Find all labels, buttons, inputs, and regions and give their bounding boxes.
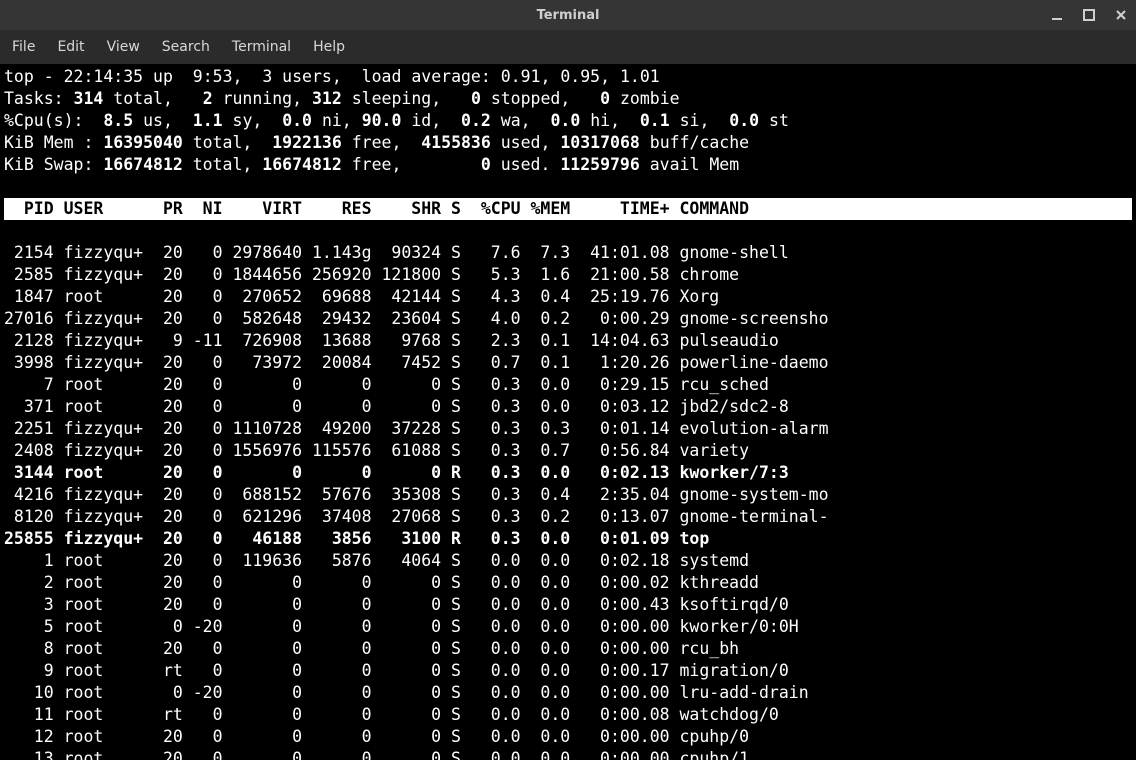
menu-view[interactable]: View <box>107 39 140 55</box>
process-row: 2408 fizzyqu+ 20 0 1556976 115576 61088 … <box>4 441 749 460</box>
process-row: 9 root rt 0 0 0 0 S 0.0 0.0 0:00.17 migr… <box>4 661 789 680</box>
top-summary-cpu: %Cpu(s): 8.5 us, 1.1 sy, 0.0 ni, 90.0 id… <box>4 111 789 130</box>
process-row: 2585 fizzyqu+ 20 0 1844656 256920 121800… <box>4 265 739 284</box>
menu-terminal[interactable]: Terminal <box>232 39 291 55</box>
process-row: 12 root 20 0 0 0 0 S 0.0 0.0 0:00.00 cpu… <box>4 727 749 746</box>
process-row: 4216 fizzyqu+ 20 0 688152 57676 35308 S … <box>4 485 829 504</box>
process-row: 25855 fizzyqu+ 20 0 46188 3856 3100 R 0.… <box>4 529 709 548</box>
top-summary-tasks: Tasks: 314 total, 2 running, 312 sleepin… <box>4 89 680 108</box>
top-summary-line1: top - 22:14:35 up 9:53, 3 users, load av… <box>4 67 660 86</box>
top-summary-mem: KiB Mem : 16395040 total, 1922136 free, … <box>4 133 749 152</box>
process-row: 3998 fizzyqu+ 20 0 73972 20084 7452 S 0.… <box>4 353 829 372</box>
process-row: 1847 root 20 0 270652 69688 42144 S 4.3 … <box>4 287 719 306</box>
top-summary-swap: KiB Swap: 16674812 total, 16674812 free,… <box>4 155 749 174</box>
process-row: 5 root 0 -20 0 0 0 S 0.0 0.0 0:00.00 kwo… <box>4 617 799 636</box>
process-row: 2 root 20 0 0 0 0 S 0.0 0.0 0:00.02 kthr… <box>4 573 759 592</box>
process-row: 7 root 20 0 0 0 0 S 0.3 0.0 0:29.15 rcu_… <box>4 375 769 394</box>
close-icon[interactable] <box>1114 8 1128 22</box>
process-row: 8 root 20 0 0 0 0 S 0.0 0.0 0:00.00 rcu_… <box>4 639 739 658</box>
maximize-icon[interactable] <box>1082 8 1096 22</box>
window-title: Terminal <box>537 8 600 23</box>
window-controls <box>1050 8 1128 22</box>
process-row: 3144 root 20 0 0 0 0 R 0.3 0.0 0:02.13 k… <box>4 463 789 482</box>
process-row: 2154 fizzyqu+ 20 0 2978640 1.143g 90324 … <box>4 243 789 262</box>
process-row: 2128 fizzyqu+ 9 -11 726908 13688 9768 S … <box>4 331 779 350</box>
process-table-body: 2154 fizzyqu+ 20 0 2978640 1.143g 90324 … <box>4 243 829 760</box>
menubar: File Edit View Search Terminal Help <box>0 30 1136 64</box>
process-row: 13 root 20 0 0 0 0 S 0.0 0.0 0:00.00 cpu… <box>4 749 749 760</box>
process-row: 10 root 0 -20 0 0 0 S 0.0 0.0 0:00.00 lr… <box>4 683 809 702</box>
process-row: 371 root 20 0 0 0 0 S 0.3 0.0 0:03.12 jb… <box>4 397 789 416</box>
menu-edit[interactable]: Edit <box>57 39 84 55</box>
process-row: 8120 fizzyqu+ 20 0 621296 37408 27068 S … <box>4 507 829 526</box>
process-row: 2251 fizzyqu+ 20 0 1110728 49200 37228 S… <box>4 419 829 438</box>
menu-help[interactable]: Help <box>313 39 345 55</box>
minimize-icon[interactable] <box>1050 8 1064 22</box>
process-row: 27016 fizzyqu+ 20 0 582648 29432 23604 S… <box>4 309 829 328</box>
process-row: 11 root rt 0 0 0 0 S 0.0 0.0 0:00.08 wat… <box>4 705 779 724</box>
process-row: 1 root 20 0 119636 5876 4064 S 0.0 0.0 0… <box>4 551 749 570</box>
process-table-header: PID USER PR NI VIRT RES SHR S %CPU %MEM … <box>4 198 1132 220</box>
terminal-viewport[interactable]: top - 22:14:35 up 9:53, 3 users, load av… <box>0 64 1136 760</box>
menu-search[interactable]: Search <box>162 39 210 55</box>
window-titlebar: Terminal <box>0 0 1136 30</box>
menu-file[interactable]: File <box>12 39 35 55</box>
process-row: 3 root 20 0 0 0 0 S 0.0 0.0 0:00.43 ksof… <box>4 595 789 614</box>
